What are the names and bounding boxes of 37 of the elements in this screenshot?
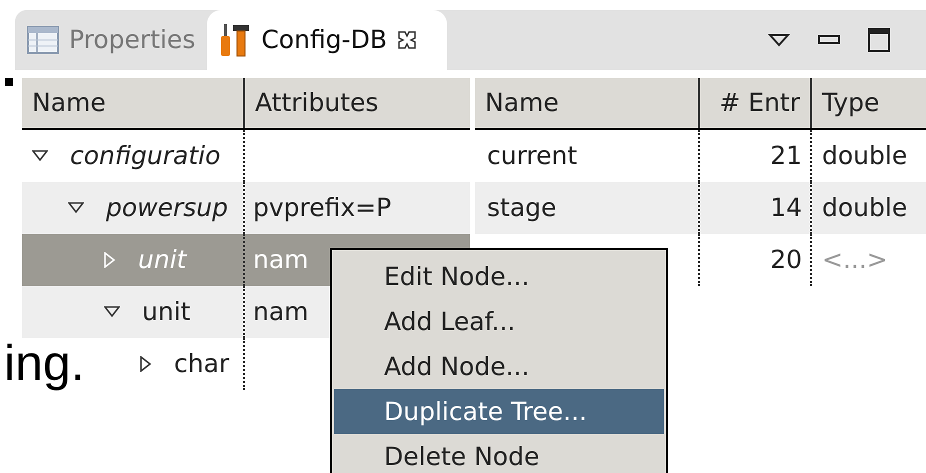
type-text: double [822,192,908,224]
bullet-icon [5,78,13,86]
entry-count: 14 [770,192,802,224]
type-text: double [822,140,908,172]
close-icon[interactable] [396,30,417,50]
column-header[interactable]: # Entr [700,78,812,128]
collapsed-icon[interactable] [140,356,152,372]
cell-text: current [487,140,578,172]
column-header[interactable]: Name [22,78,245,128]
cell-text: stage [487,192,556,224]
node-name: char [174,348,230,380]
entry-count: 20 [770,244,802,276]
column-header[interactable]: Type [812,78,926,128]
expanded-icon[interactable] [104,306,120,318]
column-header[interactable]: Name [475,78,700,128]
table-icon [27,26,59,54]
tree-row[interactable]: powersup pvprefix=P [22,182,470,234]
node-name: configuratio [70,140,220,172]
attribute-text: nam [253,244,309,276]
tab[interactable]: Config-DB [207,10,447,70]
menu-item[interactable]: Delete Node [334,434,664,473]
expanded-icon[interactable] [32,150,48,162]
node-name: unit [142,296,190,328]
dropdown-icon[interactable] [768,33,790,47]
attribute-text: pvprefix=P [253,192,392,224]
minimize-icon[interactable] [818,35,840,45]
tools-icon [219,23,252,57]
node-name: powersup [106,192,228,224]
menu-item[interactable]: Duplicate Tree... [334,389,664,434]
expanded-icon[interactable] [68,202,84,214]
maximize-icon[interactable] [868,28,890,52]
menu-item[interactable]: Add Node... [334,344,664,389]
column-header[interactable]: Attributes [245,78,470,128]
entry-count: 21 [770,140,802,172]
type-text: <...> [822,244,888,276]
attribute-text: nam [253,296,309,328]
node-name: unit [138,244,186,276]
